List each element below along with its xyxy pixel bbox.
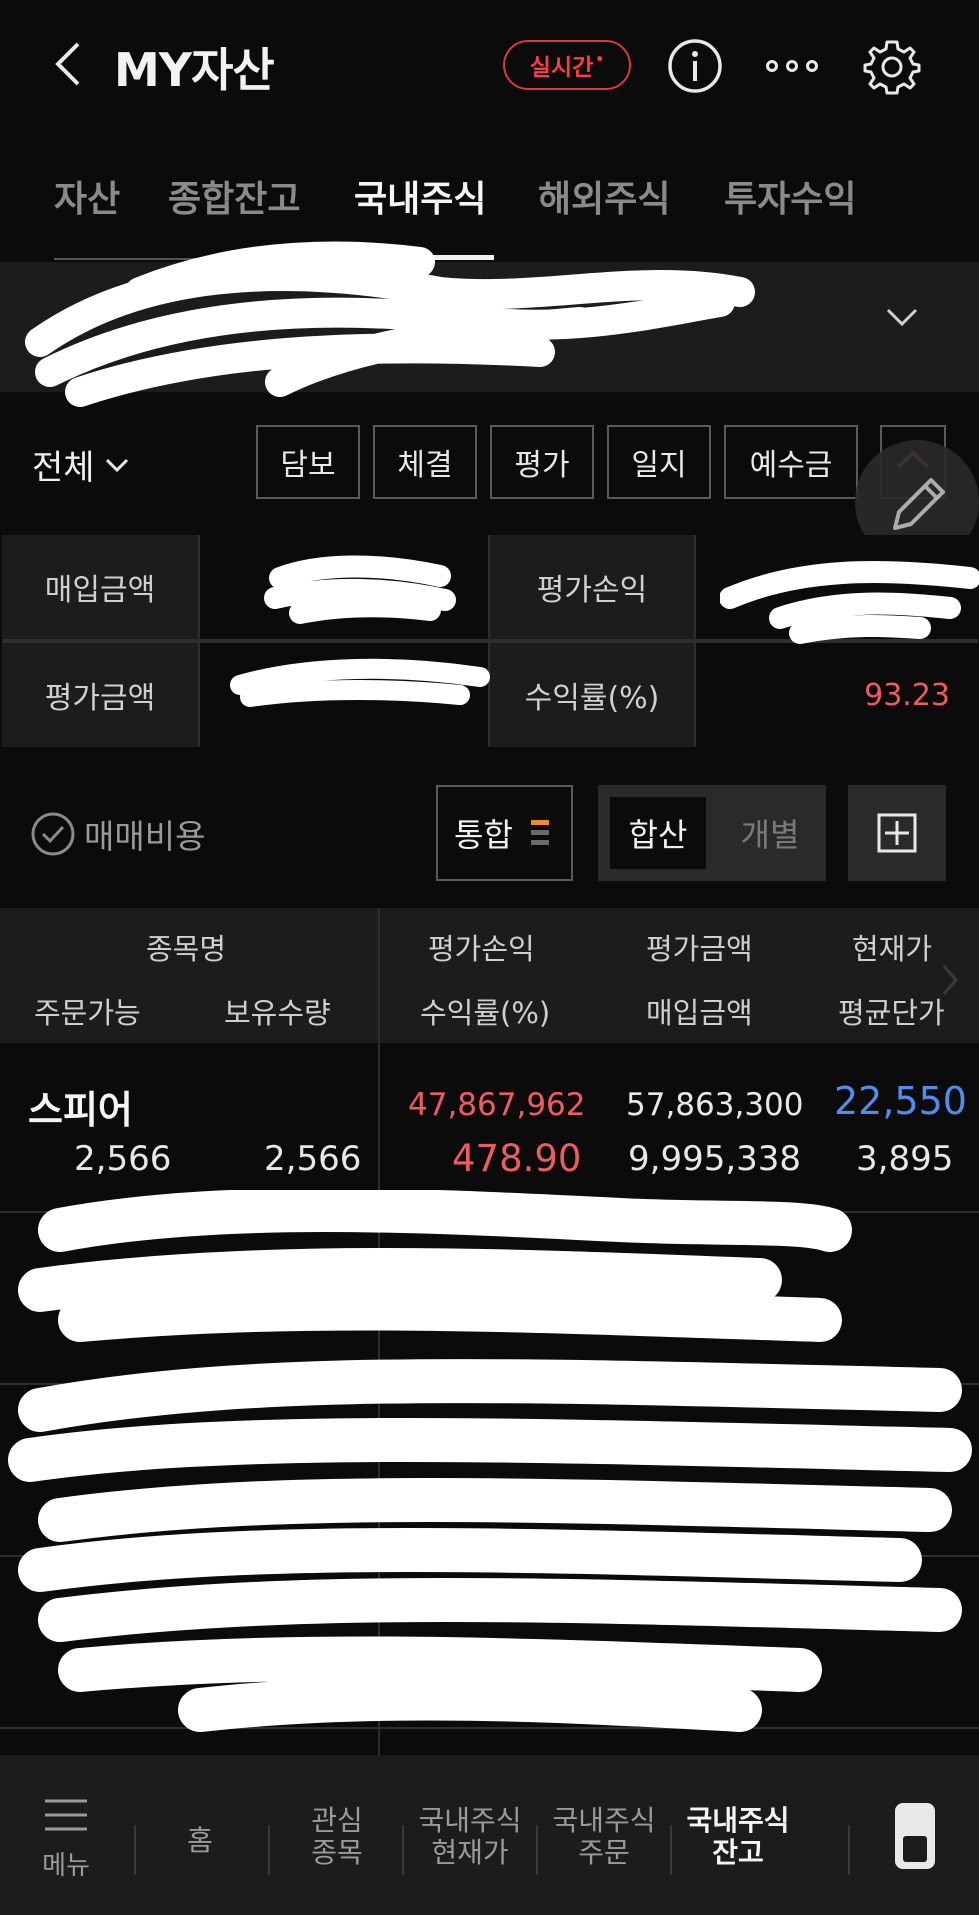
nav-domestic-balance[interactable]: 국내주식 잔고 [672, 1805, 804, 1869]
individual-toggle-option[interactable]: 개별 [722, 797, 818, 869]
return-rate-value: 93.23 [696, 643, 978, 747]
col-stock-name[interactable]: 종목명 [146, 926, 226, 968]
current-price: 22,550 [834, 1079, 967, 1123]
execution-button[interactable]: 체결 [373, 425, 477, 499]
col-avg-price[interactable]: 평균단가 [838, 990, 945, 1032]
table-row[interactable]: 스피어 2,566 2,566 47,867,962 478.90 57,863… [0, 1043, 979, 1213]
nav-divider [268, 1825, 270, 1875]
tab-assets[interactable]: 자산 [54, 170, 120, 222]
sum-individual-toggle: 합산 개별 [598, 785, 826, 881]
trading-fee-label: 매매비용 [84, 817, 206, 856]
col-order-available[interactable]: 주문가능 [34, 990, 141, 1032]
journal-button[interactable]: 일지 [607, 425, 711, 499]
nav-watchlist[interactable]: 관심 종목 [272, 1805, 402, 1869]
info-icon[interactable] [665, 36, 725, 96]
purchase-amount-label: 매입금액 [2, 535, 198, 639]
eval-amount-redaction [230, 658, 490, 707]
sum-toggle-option[interactable]: 합산 [610, 797, 706, 869]
stock-name: 스피어 [28, 1088, 133, 1132]
valuation-button[interactable]: 평가 [490, 425, 594, 499]
nav-divider [848, 1825, 850, 1875]
eval-pnl: 47,867,962 [408, 1087, 586, 1123]
return-rate: 478.90 [452, 1137, 582, 1180]
nav-home[interactable]: 홈 [150, 1825, 250, 1857]
tab-overseas-stock[interactable]: 해외주식 [538, 170, 670, 222]
purchase-amount: 9,995,338 [628, 1139, 802, 1179]
grid-line [694, 535, 696, 747]
plus-square-icon [877, 813, 917, 853]
col-purchase-amount[interactable]: 매입금액 [646, 990, 753, 1032]
gear-icon[interactable] [862, 36, 922, 96]
hamburger-icon [45, 1799, 87, 1831]
holding-qty: 2,566 [264, 1139, 362, 1179]
filter-all-dropdown[interactable]: 전체 [32, 440, 131, 489]
eval-pnl-redaction [720, 561, 979, 644]
eval-amount-label: 평가금액 [2, 643, 198, 747]
col-current-price[interactable]: 현재가 [852, 926, 932, 968]
account-redaction [25, 241, 755, 407]
tab-total-balance[interactable]: 종합잔고 [168, 170, 300, 222]
col-holding-qty[interactable]: 보유수량 [224, 990, 331, 1032]
nav-divider [134, 1825, 136, 1875]
realtime-label: 실시간 [529, 55, 594, 81]
col-eval-pnl[interactable]: 평가손익 [428, 926, 535, 968]
integrated-dropdown[interactable]: 통합 [436, 785, 573, 881]
trading-fee-checkbox[interactable]: 매매비용 [30, 810, 205, 858]
nav-domestic-order[interactable]: 국내주식 주문 [538, 1805, 670, 1869]
chevron-down-icon[interactable] [882, 302, 922, 332]
tab-domestic-stock[interactable]: 국내주식 [354, 170, 486, 222]
holdings-table-header: 종목명 평가손익 평가금액 현재가 주문가능 보유수량 수익률(%) 매입금액 … [0, 908, 979, 1043]
app-switch-icon[interactable] [895, 1803, 935, 1869]
check-circle-icon [31, 812, 75, 856]
sort-lines-icon [530, 820, 549, 845]
col-return-rate[interactable]: 수익률(%) [420, 990, 550, 1032]
filter-all-label: 전체 [32, 448, 95, 488]
chevron-down-icon [105, 458, 128, 472]
grid-line [488, 535, 490, 747]
menu-label: 메뉴 [42, 1851, 90, 1881]
return-rate-label: 수익률(%) [490, 643, 694, 747]
col-eval-amount[interactable]: 평가금액 [646, 926, 753, 968]
deposit-button[interactable]: 예수금 [724, 425, 858, 499]
more-dots-icon[interactable] [762, 36, 822, 96]
menu-button[interactable]: 메뉴 [38, 1795, 94, 1882]
app-header: MY자산 실시간 • [0, 0, 979, 130]
realtime-badge[interactable]: 실시간 • [503, 40, 631, 90]
order-available: 2,566 [74, 1139, 172, 1179]
page-title: MY자산 [114, 43, 275, 97]
purchase-redaction [264, 555, 456, 624]
avg-price: 3,895 [856, 1139, 954, 1179]
integrated-label: 통합 [454, 816, 513, 854]
nav-domestic-current-price[interactable]: 국내주식 현재가 [404, 1805, 536, 1869]
grid-line [198, 535, 200, 747]
eval-pnl-label: 평가손익 [490, 535, 694, 639]
chevron-right-icon[interactable] [938, 960, 962, 1000]
bottom-navigation: 메뉴 홈 관심 종목 국내주식 현재가 국내주식 주문 국내주식 잔고 [0, 1755, 979, 1915]
back-chevron-icon[interactable] [48, 38, 88, 90]
realtime-dot: • [595, 52, 605, 68]
eval-amount: 57,863,300 [626, 1087, 804, 1123]
collateral-button[interactable]: 담보 [256, 425, 360, 499]
expand-button[interactable] [848, 785, 946, 881]
rows-redaction [8, 1190, 972, 1732]
tab-investment-return[interactable]: 투자수익 [724, 170, 856, 222]
